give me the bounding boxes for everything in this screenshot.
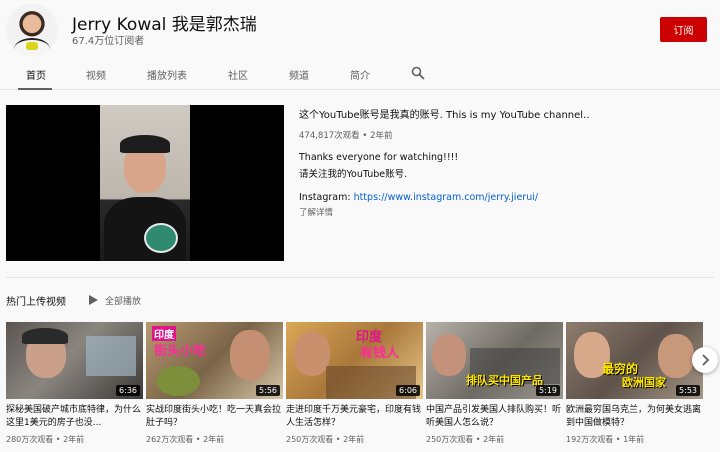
- instagram-label: Instagram:: [299, 192, 354, 203]
- video-card[interactable]: 6:36 探秘美国破产城市底特律，为什么这里1美元的房子也没... 280万次观…: [6, 322, 143, 445]
- channel-tabs: 首页 视频 播放列表 社区 频道 简介: [0, 60, 720, 90]
- featured-description-line: 请关注我的YouTube账号.: [299, 169, 408, 180]
- instagram-link[interactable]: https://www.instagram.com/jerry.jierui/: [354, 192, 539, 203]
- video-meta: 192万次观看 • 1年前: [566, 435, 645, 444]
- video-thumbnail[interactable]: 6:36: [6, 322, 143, 399]
- thumb-person: [432, 334, 466, 376]
- video-title[interactable]: 探秘美国破产城市底特律，为什么这里1美元的房子也没...: [6, 404, 143, 430]
- video-overlay-text: 有钱人: [360, 346, 400, 361]
- video-duration: 6:36: [116, 385, 140, 396]
- video-duration: 5:19: [536, 385, 560, 396]
- instagram-line: Instagram: https://www.instagram.com/jer…: [299, 192, 538, 203]
- featured-video-player[interactable]: [6, 105, 284, 261]
- thumb-bowl: [156, 366, 200, 396]
- video-thumbnail[interactable]: 印度 街头小吃 5:56: [146, 322, 283, 399]
- video-thumbnail[interactable]: 排队买中国产品 5:19: [426, 322, 563, 399]
- subscriber-count: 67.4万位订阅者: [72, 36, 145, 47]
- channel-header: Jerry Kowal 我是郭杰瑞 67.4万位订阅者 订阅: [0, 0, 720, 60]
- thumb-person: [658, 334, 694, 378]
- video-overlay-text: 欧洲国家: [622, 376, 666, 389]
- section-title[interactable]: 热门上传视频: [6, 293, 66, 308]
- play-icon[interactable]: [89, 295, 98, 305]
- shirt-emblem: [144, 223, 178, 253]
- video-meta: 250万次观看 • 2年前: [426, 435, 505, 444]
- tab-about[interactable]: 简介: [350, 67, 370, 82]
- video-thumbnail[interactable]: 印度 有钱人 6:06: [286, 322, 423, 399]
- video-overlay-text: 印度: [152, 326, 176, 341]
- video-thumbnail[interactable]: 最穷的 欧洲国家 5:53: [566, 322, 703, 399]
- tab-playlists[interactable]: 播放列表: [147, 67, 187, 82]
- tab-home[interactable]: 首页: [26, 67, 46, 82]
- video-card[interactable]: 排队买中国产品 5:19 中国产品引发美国人排队购买！听听美国人怎么说？ 250…: [426, 322, 563, 445]
- search-icon[interactable]: [411, 66, 425, 80]
- subscribe-button[interactable]: 订阅: [660, 17, 707, 42]
- section-divider: [6, 277, 714, 278]
- chevron-right-icon: [702, 354, 710, 366]
- read-more-link[interactable]: 了解详情: [299, 206, 333, 218]
- video-card[interactable]: 印度 街头小吃 5:56 实战印度街头小吃！吃一天真会拉肚子吗？ 262万次观看…: [146, 322, 283, 445]
- video-title[interactable]: 走进印度千万美元豪宅，印度有钱人生活怎样？: [286, 404, 423, 430]
- video-card[interactable]: 印度 有钱人 6:06 走进印度千万美元豪宅，印度有钱人生活怎样？ 250万次观…: [286, 322, 423, 445]
- video-duration: 6:06: [396, 385, 420, 396]
- tab-community[interactable]: 社区: [228, 67, 248, 82]
- active-tab-indicator: [18, 88, 52, 90]
- avatar-shirt-logo: [26, 42, 38, 50]
- video-duration: 5:53: [676, 385, 700, 396]
- video-meta: 250万次观看 • 2年前: [286, 435, 365, 444]
- video-overlay-text: 街头小吃: [154, 344, 207, 359]
- video-title[interactable]: 实战印度街头小吃！吃一天真会拉肚子吗？: [146, 404, 283, 430]
- featured-video-frame: [100, 105, 190, 261]
- featured-video-meta: 474,817次观看 • 2年前: [299, 131, 393, 141]
- video-title[interactable]: 中国产品引发美国人排队购买！听听美国人怎么说？: [426, 404, 563, 430]
- tab-channels[interactable]: 频道: [289, 67, 309, 82]
- video-duration: 5:56: [256, 385, 280, 396]
- thumb-cap: [22, 328, 68, 344]
- thumb-person: [230, 330, 270, 380]
- person-cap: [120, 135, 170, 153]
- video-title[interactable]: 欧洲最穷国乌克兰，为何美女逃离到中国做模特？: [566, 404, 703, 430]
- video-card[interactable]: 最穷的 欧洲国家 5:53 欧洲最穷国乌克兰，为何美女逃离到中国做模特？ 192…: [566, 322, 703, 445]
- channel-avatar[interactable]: [6, 4, 58, 56]
- video-meta: 262万次观看 • 2年前: [146, 435, 225, 444]
- featured-video-title[interactable]: 这个YouTube账号是我真的账号. This is my YouTube ch…: [299, 106, 589, 121]
- carousel-next-button[interactable]: [692, 347, 718, 373]
- video-overlay-text: 排队买中国产品: [466, 374, 543, 387]
- tab-videos[interactable]: 视频: [86, 67, 106, 82]
- thumb-person: [294, 332, 330, 376]
- play-all-button[interactable]: 全部播放: [105, 294, 141, 307]
- thumb-window: [86, 336, 136, 376]
- featured-description-line: Thanks everyone for watching!!!!: [299, 152, 459, 163]
- video-meta: 280万次观看 • 2年前: [6, 435, 85, 444]
